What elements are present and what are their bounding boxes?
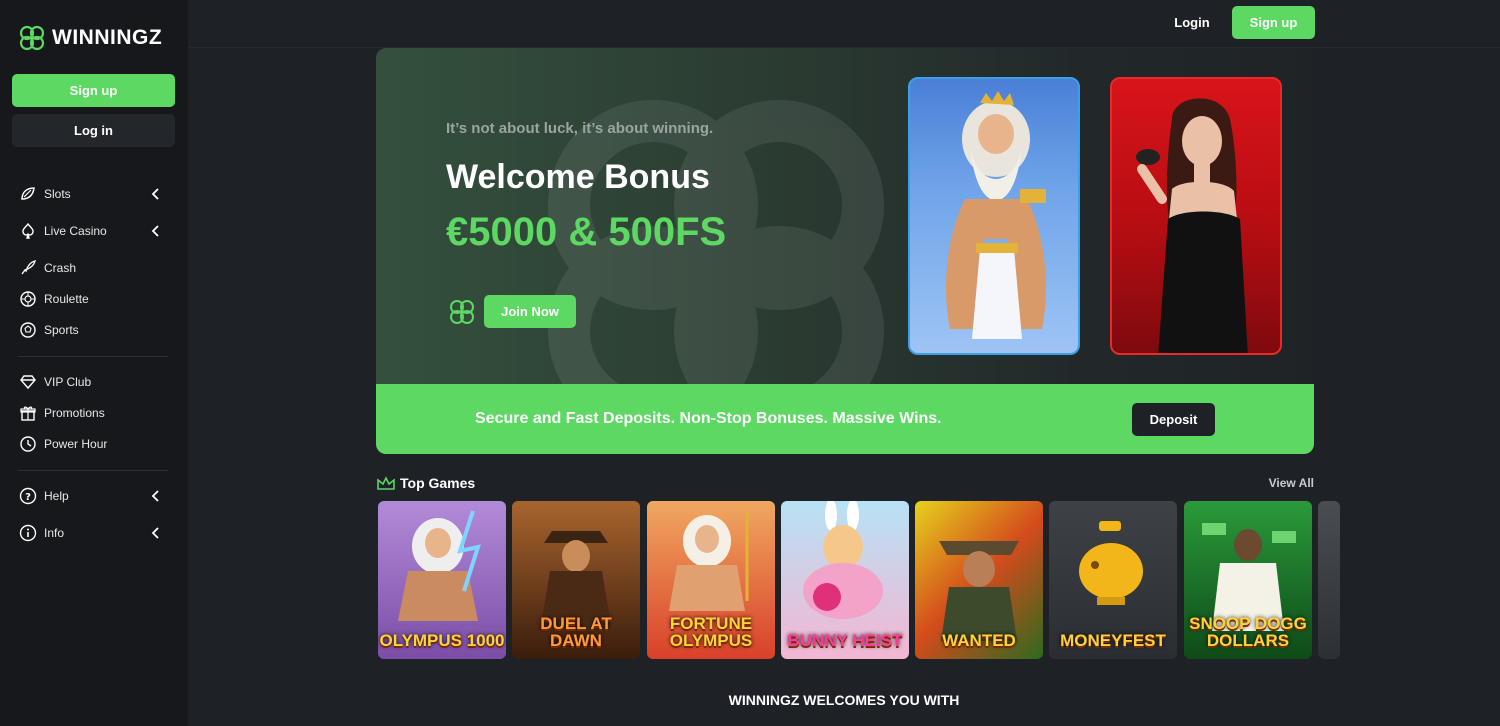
sidebar-item-sports[interactable]: Sports [18, 318, 168, 342]
rocket-icon [18, 258, 38, 278]
game-title: BUNNY HEIST [787, 631, 903, 650]
sidebar-item-power-hour[interactable]: Power Hour [18, 432, 168, 456]
sidebar-item-crash[interactable]: Crash [18, 256, 168, 280]
game-title: WANTED [942, 631, 1016, 650]
roulette-icon [18, 289, 38, 309]
welcome-heading: WINNINGZ WELCOMES YOU WITH [728, 692, 960, 708]
game-title: OLYMPUS 1000 [379, 631, 505, 650]
zeus-illustration [945, 91, 1047, 339]
sidebar-item-label: Sports [44, 323, 79, 337]
clock-icon [18, 434, 38, 454]
sidebar-item-label: Slots [44, 187, 71, 201]
diamond-icon [18, 372, 38, 392]
sidebar-item-label: Live Casino [44, 224, 107, 238]
sidebar-item-live-casino[interactable]: Live Casino [18, 219, 168, 243]
chevron-left-icon[interactable] [148, 223, 164, 239]
logo[interactable]: WINNINGZ [16, 22, 162, 54]
sidebar-item-label: Crash [44, 261, 77, 275]
top-games-header: Top Games View All [376, 474, 1314, 494]
svg-text:?: ? [25, 492, 31, 503]
crown-icon [377, 476, 395, 490]
ball-icon [18, 320, 38, 340]
game-tile[interactable]: OLYMPUS 1000 [378, 501, 506, 659]
clover-logo-icon [19, 25, 45, 51]
chevron-left-icon[interactable] [148, 525, 164, 541]
deposit-button[interactable]: Deposit [1132, 403, 1215, 436]
chevron-left-icon[interactable] [148, 488, 164, 504]
sidebar-item-vip-club[interactable]: VIP Club [18, 370, 168, 394]
join-now-button[interactable]: Join Now [484, 295, 576, 328]
sidebar-item-label: Power Hour [44, 437, 108, 451]
info-icon [18, 523, 38, 543]
sidebar-item-label: Info [44, 526, 65, 540]
sidebar-divider [18, 356, 168, 357]
deposit-promo-bar: Secure and Fast Deposits. Non-Stop Bonus… [376, 384, 1314, 454]
live-casino-promo-card[interactable] [1110, 77, 1282, 355]
hero-banner: It’s not about luck, it’s about winning.… [376, 48, 1314, 454]
zeus-promo-card[interactable] [908, 77, 1080, 355]
top-games-title: Top Games [400, 475, 476, 491]
game-tile[interactable]: SNOOP DOGG DOLLARS [1184, 501, 1312, 659]
game-title: SNOOP DOGG DOLLARS [1189, 614, 1307, 650]
sidebar-item-slots[interactable]: Slots [18, 182, 168, 206]
sidebar-item-roulette[interactable]: Roulette [18, 287, 168, 311]
sidebar-item-help[interactable]: ? Help [18, 484, 168, 508]
view-all-link[interactable]: View All [1269, 476, 1314, 490]
game-title: DUEL AT DAWN [540, 614, 612, 650]
header-login-link[interactable]: Login [1172, 6, 1212, 39]
sidebar-item-info[interactable]: Info [18, 521, 168, 545]
game-tile[interactable]: FORTUNE OLYMPUS [647, 501, 775, 659]
game-tile[interactable]: WANTED [915, 501, 1043, 659]
sidebar-item-label: Help [44, 489, 69, 503]
sidebar-signup-button[interactable]: Sign up [12, 74, 175, 107]
gift-icon [18, 403, 38, 423]
hero-title: Welcome Bonus [446, 158, 710, 196]
bonus-amount: €5000 & 500FS [446, 210, 727, 254]
chevron-left-icon[interactable] [148, 186, 164, 202]
sidebar-item-label: Roulette [44, 292, 89, 306]
promo-text: Secure and Fast Deposits. Non-Stop Bonus… [475, 410, 942, 427]
game-title: MONEYFEST [1060, 631, 1166, 650]
top-games-carousel: OLYMPUS 1000 DUEL AT DAWN FORTUNE OLYMPU… [378, 501, 1340, 659]
game-title: FORTUNE OLYMPUS [669, 614, 753, 650]
sidebar-item-label: Promotions [44, 406, 105, 420]
game-tile[interactable]: MONEYFEST [1049, 501, 1177, 659]
slots-icon [18, 184, 38, 204]
clover-icon [450, 300, 474, 324]
top-header: Login Sign up [188, 0, 1500, 48]
sidebar-login-button[interactable]: Log in [12, 114, 175, 147]
game-tile[interactable]: DUEL AT DAWN [512, 501, 640, 659]
sidebar-divider [18, 470, 168, 471]
game-tile-partial[interactable] [1318, 501, 1340, 659]
sidebar: WINNINGZ Sign up Log in Slots Live Casin… [0, 0, 188, 726]
header-signup-button[interactable]: Sign up [1232, 6, 1315, 39]
sidebar-item-label: VIP Club [44, 375, 92, 389]
help-icon: ? [18, 486, 38, 506]
hero-tagline: It’s not about luck, it’s about winning. [446, 120, 714, 137]
game-tile[interactable]: BUNNY HEIST [781, 501, 909, 659]
sidebar-item-promotions[interactable]: Promotions [18, 401, 168, 425]
spade-icon [18, 221, 38, 241]
dealer-illustration [1136, 98, 1248, 353]
logo-text: WINNINGZ [52, 26, 163, 49]
